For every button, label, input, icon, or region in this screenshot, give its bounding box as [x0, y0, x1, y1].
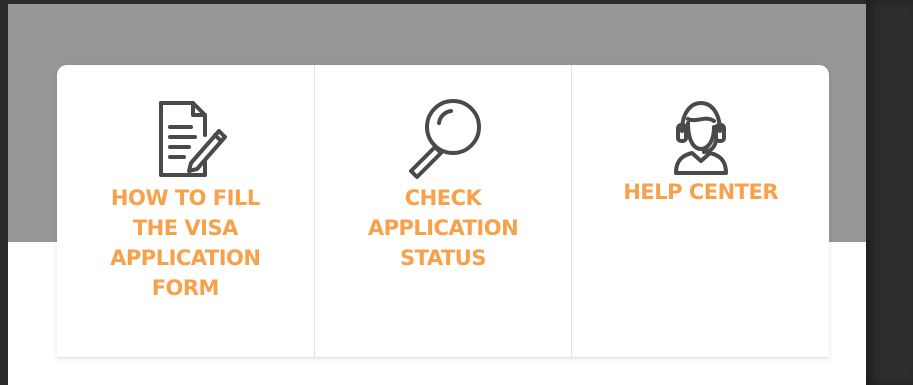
magnifier-icon [397, 97, 489, 183]
right-frame [866, 0, 913, 385]
help-center-label: HELP CENTER [623, 180, 779, 204]
quick-links-panel: HOW TO FILL THE VISA APPLICATION FORM CH… [57, 65, 829, 358]
check-application-status-card[interactable]: CHECK APPLICATION STATUS [315, 65, 573, 358]
how-to-fill-form-label: HOW TO FILL THE VISA APPLICATION FORM [110, 186, 261, 300]
support-agent-icon [666, 97, 736, 177]
left-frame [0, 0, 8, 385]
how-to-fill-form-card[interactable]: HOW TO FILL THE VISA APPLICATION FORM [57, 65, 315, 358]
check-application-status-label: CHECK APPLICATION STATUS [367, 186, 519, 270]
help-center-card[interactable]: HELP CENTER [572, 65, 829, 358]
panel-bottom-divider [57, 357, 829, 358]
document-edit-icon [139, 97, 231, 183]
